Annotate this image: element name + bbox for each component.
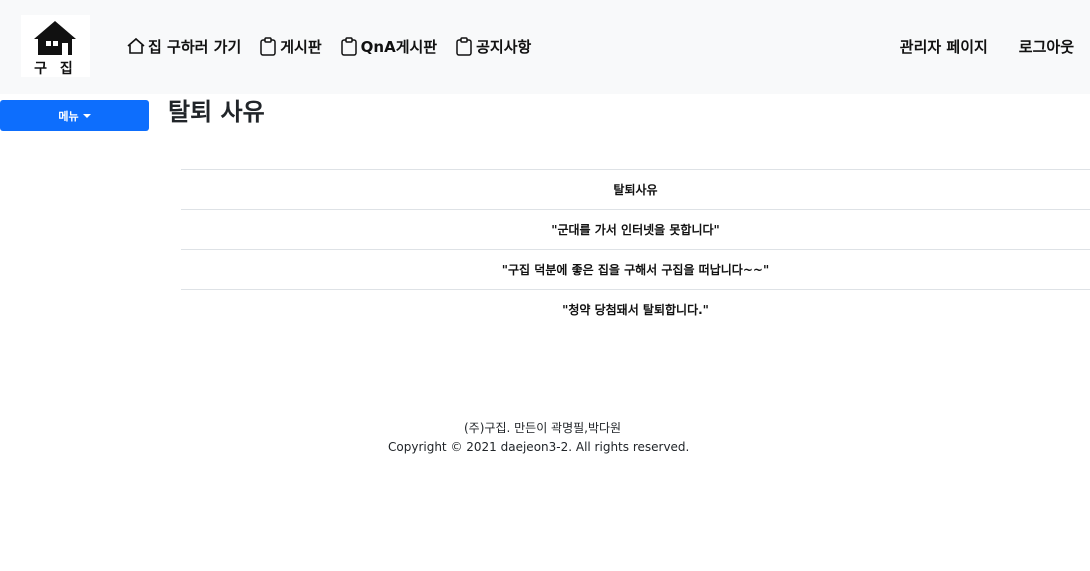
clipboard-icon bbox=[340, 37, 357, 56]
footer-makers: (주)구집. 만든이 곽명필,박다원 bbox=[464, 421, 622, 435]
nav-label: 공지사항 bbox=[476, 37, 532, 56]
page-title: 탈퇴 사유 bbox=[168, 98, 265, 126]
house-logo-icon bbox=[34, 21, 76, 55]
house-icon bbox=[127, 37, 145, 54]
menu-label: 메뉴 bbox=[58, 109, 79, 123]
table-header-row: 탈퇴사유 bbox=[181, 169, 1090, 210]
table-row: "구집 덕분에 좋은 집을 구해서 구집을 떠납니다~~" bbox=[181, 249, 1090, 290]
table-row: "청약 당첨돼서 탈퇴합니다." bbox=[181, 289, 1090, 330]
withdrawal-reasons-table: 탈퇴사유 "군대를 가서 인터넷을 못합니다" "구집 덕분에 좋은 집을 구해… bbox=[181, 169, 1090, 330]
table-cell: "청약 당첨돼서 탈퇴합니다." bbox=[181, 289, 1090, 330]
nav-label: 게시판 bbox=[280, 37, 322, 56]
nav-label: QnA게시판 bbox=[360, 37, 438, 56]
nav-label: 집 구하러 가기 bbox=[148, 37, 242, 56]
table-cell: "구집 덕분에 좋은 집을 구해서 구집을 떠납니다~~" bbox=[181, 249, 1090, 290]
main-nav: 집 구하러 가기 게시판 QnA게시판 공지사항 bbox=[126, 34, 548, 58]
caret-down-icon bbox=[82, 113, 91, 118]
table-row: "군대를 가서 인터넷을 못합니다" bbox=[181, 209, 1090, 250]
navbar: 구 집 집 구하러 가기 게시판 QnA게시판 공지사항 관리자 페이지 로그아… bbox=[0, 0, 1090, 94]
column-header: 탈퇴사유 bbox=[181, 169, 1090, 210]
logo-text: 구 집 bbox=[34, 61, 77, 77]
menu-dropdown-button[interactable]: 메뉴 bbox=[0, 100, 149, 131]
brand-logo[interactable]: 구 집 bbox=[21, 15, 90, 77]
clipboard-icon bbox=[260, 37, 276, 56]
nav-qna-board[interactable]: QnA게시판 bbox=[339, 36, 437, 57]
clipboard-icon bbox=[456, 37, 472, 56]
footer-copyright: Copyright © 2021 daejeon3-2. All rights … bbox=[388, 440, 690, 454]
nav-right: 관리자 페이지 로그아웃 bbox=[869, 34, 1074, 58]
nav-notice[interactable]: 공지사항 bbox=[454, 36, 531, 57]
nav-board[interactable]: 게시판 bbox=[258, 36, 322, 57]
logout-link[interactable]: 로그아웃 bbox=[1019, 36, 1074, 57]
nav-find-house[interactable]: 집 구하러 가기 bbox=[126, 36, 241, 57]
admin-page-link[interactable]: 관리자 페이지 bbox=[900, 36, 988, 57]
table-cell: "군대를 가서 인터넷을 못합니다" bbox=[181, 209, 1090, 250]
